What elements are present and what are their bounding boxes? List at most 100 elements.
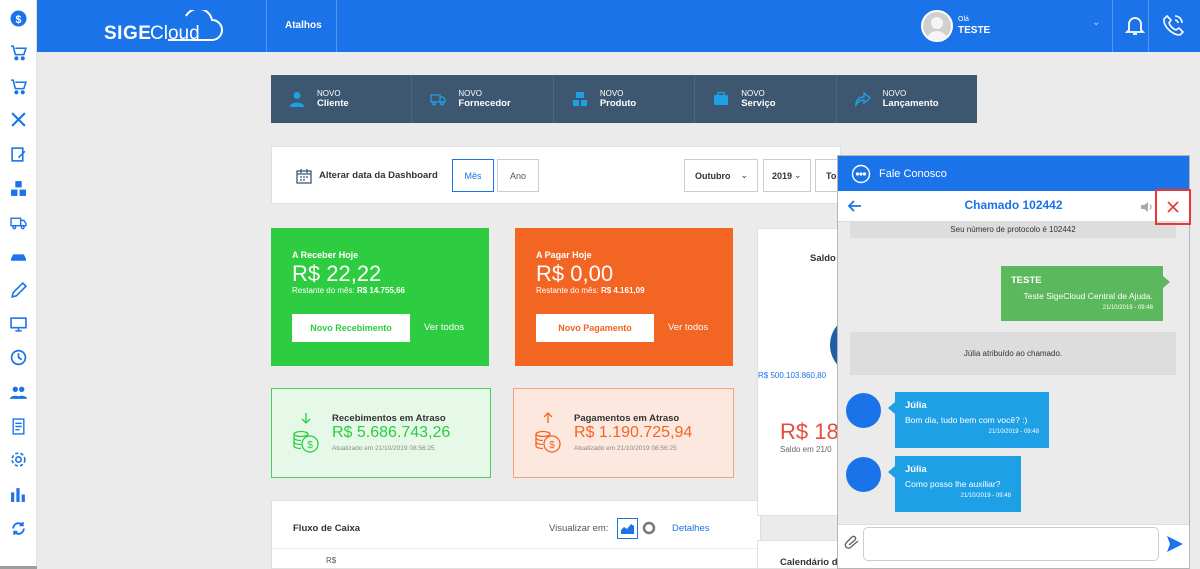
bell-icon[interactable] xyxy=(1125,14,1145,36)
dollar-icon[interactable]: $ xyxy=(9,9,27,27)
updated-timestamp: Atualizado em 21/10/2019 08:56:25 xyxy=(574,445,677,452)
paperclip-icon[interactable] xyxy=(844,535,860,549)
shortcuts-bar: NOVO Cliente NOVO Fornecedor NOVO Produto N… xyxy=(271,75,977,123)
saldo-date: Saldo em 21/0 xyxy=(780,445,832,454)
chat-header[interactable]: Fale Conosco xyxy=(838,156,1189,191)
shortcut-sub: NOVO xyxy=(741,89,765,98)
saldo-amount: R$ 18 xyxy=(780,419,839,444)
agent-avatar xyxy=(846,393,881,428)
card-rest-value: R$ 14.755,66 xyxy=(356,286,405,295)
monitor-icon[interactable] xyxy=(9,315,27,333)
truck-icon[interactable] xyxy=(9,213,27,231)
message-time: 21/10/2019 - 09:48 xyxy=(1102,305,1153,311)
message-author: TESTE xyxy=(1011,275,1042,286)
chevron-down-icon: ⌄ xyxy=(740,170,749,180)
panel-title: Calendário d xyxy=(780,557,838,568)
logo-text-light: Cloud xyxy=(150,23,200,44)
ano-toggle-button[interactable]: Ano xyxy=(497,159,539,192)
area-chart-view-button[interactable] xyxy=(617,518,638,539)
user-avatar[interactable] xyxy=(921,10,953,42)
system-message: Seu número de protocolo é 102442 xyxy=(850,222,1176,238)
fluxo-de-caixa-panel: Fluxo de Caixa Visualizar em: Detalhes R… xyxy=(271,500,761,569)
ver-todos-recebimentos-link[interactable]: Ver todos xyxy=(424,322,464,333)
month-select-value: Outubro xyxy=(695,170,731,181)
bar-chart-icon[interactable] xyxy=(9,485,27,503)
chat-title: Fale Conosco xyxy=(879,168,947,180)
novo-produto-button[interactable]: NOVO Produto xyxy=(554,75,696,123)
incoming-message: Júlia Bom dia, tudo bem com você? :) 21/… xyxy=(888,392,1049,448)
shortcut-sub: NOVO xyxy=(599,89,624,98)
a-pagar-hoje-card: A Pagar Hoje R$ 0,00 Restante do mês: R$… xyxy=(515,228,733,366)
recebimentos-em-atraso-card[interactable]: $ Recebimentos em Atraso R$ 5.686.743,26… xyxy=(271,388,491,478)
coins-up-icon: $ xyxy=(535,412,561,453)
sidebar: $ xyxy=(0,0,37,569)
card-title: A Pagar Hoje xyxy=(536,250,592,260)
fale-conosco-chat-widget: Fale Conosco Chamado 102442 Seu número d… xyxy=(837,155,1190,569)
sigecloud-logo[interactable]: SIGE Cloud xyxy=(104,10,224,44)
ver-todos-pagamentos-link[interactable]: Ver todos xyxy=(668,322,708,333)
message-author: Júlia xyxy=(905,400,927,411)
shortcut-label: Cliente xyxy=(317,98,349,109)
calendar-icon xyxy=(296,169,312,184)
mes-toggle-button[interactable]: Mês xyxy=(452,159,494,192)
share-arrow-icon xyxy=(854,91,871,107)
a-receber-hoje-card: A Receber Hoje R$ 22,22 Restante do mês:… xyxy=(271,228,489,366)
saldo-chart-value: R$ 500.103.860,80 xyxy=(758,371,827,380)
username-text[interactable]: TESTE xyxy=(958,25,990,36)
card-title: Recebimentos em Atraso xyxy=(332,413,446,424)
donut-chart-view-button[interactable] xyxy=(640,519,658,537)
topbar-separator xyxy=(266,0,267,52)
divider xyxy=(272,548,760,549)
agent-avatar xyxy=(846,457,881,492)
tools-icon[interactable] xyxy=(9,110,27,128)
atalhos-link[interactable]: Atalhos xyxy=(285,20,322,31)
novo-fornecedor-button[interactable]: NOVO Fornecedor xyxy=(412,75,554,123)
boxes-icon[interactable] xyxy=(9,179,27,197)
chat-message-input[interactable] xyxy=(863,527,1159,561)
system-message: Júlia atribuído ao chamado. xyxy=(850,332,1176,375)
shortcut-sub: NOVO xyxy=(458,89,482,98)
car-icon[interactable] xyxy=(9,247,27,265)
card-amount: R$ 22,22 xyxy=(292,261,382,286)
chevron-down-icon[interactable]: ⌄ xyxy=(1092,17,1100,28)
topbar-separator xyxy=(336,0,337,52)
send-icon[interactable] xyxy=(1166,535,1184,553)
month-select[interactable]: Outubro ⌄ xyxy=(684,159,758,192)
cart-icon[interactable] xyxy=(9,77,27,95)
novo-lancamento-button[interactable]: NOVO Lançamento xyxy=(837,75,977,123)
extra-select-value: To xyxy=(826,170,837,181)
truck-icon xyxy=(430,94,447,106)
chevron-down-icon: ⌄ xyxy=(794,170,802,180)
speaker-icon[interactable] xyxy=(1140,200,1154,214)
document-icon[interactable] xyxy=(9,417,27,435)
topbar-separator xyxy=(1112,0,1113,52)
cart-plus-icon[interactable] xyxy=(9,43,27,61)
users-icon[interactable] xyxy=(9,383,27,401)
card-rest-label: Restante do mês: xyxy=(536,286,599,295)
card-rest-label: Restante do mês: xyxy=(292,286,355,295)
detalhes-link[interactable]: Detalhes xyxy=(672,523,710,534)
card-title: A Receber Hoje xyxy=(292,250,359,260)
message-text: Bom dia, tudo bem com você? :) xyxy=(905,415,1028,425)
shortcut-sub: NOVO xyxy=(317,89,341,98)
phone-icon[interactable] xyxy=(1162,14,1184,36)
year-select[interactable]: 2019 ⌄ xyxy=(763,159,811,192)
chat-messages[interactable]: Seu número de protocolo é 102442 TESTE T… xyxy=(838,222,1189,524)
novo-servico-button[interactable]: NOVO Serviço xyxy=(695,75,837,123)
pagamentos-em-atraso-card[interactable]: $ Pagamentos em Atraso R$ 1.190.725,94 A… xyxy=(513,388,734,478)
chat-ticket-bar: Chamado 102442 xyxy=(838,191,1189,222)
sync-icon[interactable] xyxy=(9,519,27,537)
close-chat-button[interactable] xyxy=(1155,189,1191,225)
message-time: 21/10/2019 - 09:48 xyxy=(960,493,1011,499)
card-title: Pagamentos em Atraso xyxy=(574,413,680,424)
gear-icon[interactable] xyxy=(9,450,27,468)
novo-cliente-button[interactable]: NOVO Cliente xyxy=(271,75,413,123)
shortcut-label: Fornecedor xyxy=(458,98,511,109)
boxes-icon xyxy=(572,92,587,106)
novo-recebimento-button[interactable]: Novo Recebimento xyxy=(292,314,410,342)
clock-icon[interactable] xyxy=(9,348,27,366)
shortcut-label: Lançamento xyxy=(882,98,939,109)
novo-pagamento-button[interactable]: Novo Pagamento xyxy=(536,314,654,342)
edit-icon[interactable] xyxy=(9,145,27,163)
pencil-icon[interactable] xyxy=(9,281,27,299)
